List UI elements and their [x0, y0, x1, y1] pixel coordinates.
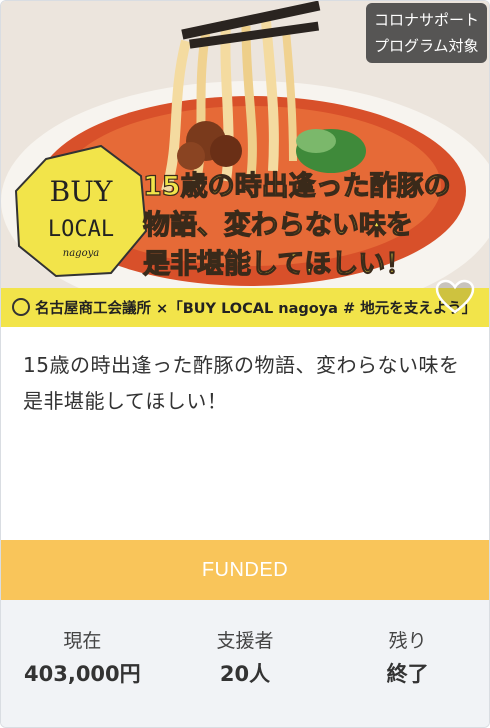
stat-current: 現在 403,000円 — [1, 600, 164, 727]
headline-line1: 15歳の時出逢った酢豚の — [143, 171, 451, 202]
project-title[interactable]: 15歳の時出逢った酢豚の物語、変わらない味を是非堪能してほしい！ — [23, 347, 469, 419]
stat-value: 403,000円 — [24, 662, 141, 686]
favorite-heart-icon[interactable] — [435, 279, 475, 315]
corona-support-badge: コロナサポート プログラム対象 — [365, 3, 487, 63]
badge-line1: コロナサポート — [373, 11, 479, 29]
stat-supporters: 支援者 20人 — [164, 600, 327, 727]
headline-line2: 物語、変わらない味を — [143, 209, 413, 241]
project-card[interactable]: BUY LOCAL nagoya 15歳の時出逢った酢豚の 物語、変わらない味を… — [0, 0, 490, 728]
headline-line3: 是非堪能してほしい！ — [143, 248, 412, 280]
stats-panel: 現在 403,000円 支援者 20人 残り 終了 — [1, 600, 489, 727]
stat-label: 現在 — [63, 630, 102, 652]
stat-value: 終了 — [386, 662, 429, 686]
logo-local: LOCAL — [48, 217, 114, 242]
badge-line2: プログラム対象 — [373, 37, 479, 55]
stat-label: 残り — [388, 630, 427, 652]
logo-nagoya: nagoya — [63, 248, 99, 259]
stat-remaining: 残り 終了 — [326, 600, 489, 727]
logo-buy: BUY — [50, 175, 113, 208]
funded-status: FUNDED — [1, 540, 489, 600]
banner-text: 名古屋商工会議所 ×「BUY LOCAL nagoya # 地元を支えよう」 — [35, 299, 476, 317]
stat-value: 20人 — [219, 662, 271, 686]
project-image[interactable]: BUY LOCAL nagoya 15歳の時出逢った酢豚の 物語、変わらない味を… — [1, 1, 489, 327]
stat-label: 支援者 — [216, 630, 274, 652]
